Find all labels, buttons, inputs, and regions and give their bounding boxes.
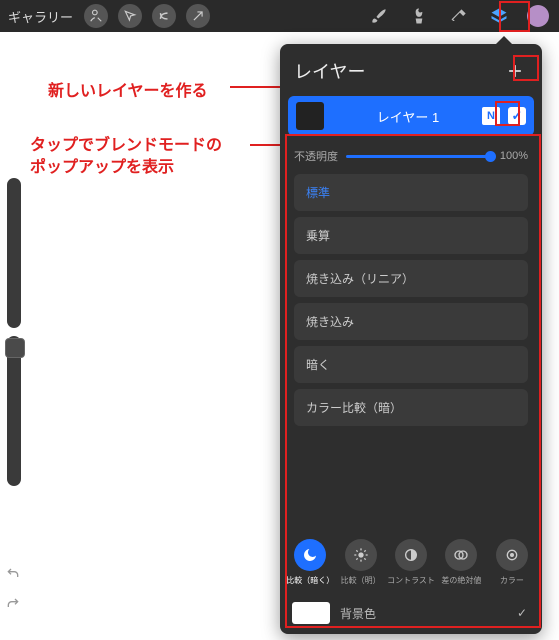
brush-opacity-slider[interactable]: [7, 336, 21, 486]
contrast-icon: [395, 539, 427, 571]
category-difference[interactable]: 差の絶対値: [437, 539, 485, 586]
background-layer-row[interactable]: 背景色: [280, 596, 542, 634]
blend-mode-item[interactable]: カラー比較（暗）: [294, 389, 528, 426]
category-label: 比較（明）: [341, 575, 381, 586]
blend-mode-panel: 不透明度 100% 標準 乗算 焼き込み（リニア） 焼き込み 暗く カラー比較（…: [280, 142, 542, 432]
category-darken[interactable]: 比較（暗く）: [286, 539, 334, 586]
layer-name[interactable]: レイヤー 1: [334, 107, 482, 126]
blend-mode-item[interactable]: 暗く: [294, 346, 528, 383]
gallery-button[interactable]: ギャラリー: [0, 7, 79, 26]
opacity-label: 不透明度: [294, 148, 338, 164]
moon-icon: [294, 539, 326, 571]
left-rail: [3, 170, 25, 570]
background-thumbnail: [292, 602, 330, 624]
category-label: 差の絶対値: [441, 575, 481, 586]
brush-size-slider[interactable]: [7, 178, 21, 328]
category-lighten[interactable]: 比較（明）: [336, 539, 384, 586]
layers-panel: レイヤー レイヤー 1 N 不透明度 100% 標準 乗算 焼き込み（リニア） …: [280, 44, 542, 634]
opacity-value: 100%: [500, 150, 528, 162]
difference-icon: [445, 539, 477, 571]
undo-button[interactable]: [3, 561, 23, 585]
annotation-blend-popup-l1: タップでブレンドモードの: [30, 137, 222, 154]
color-icon: [496, 539, 528, 571]
category-label: カラー: [500, 575, 524, 586]
annotation-highlight-layers: [499, 1, 530, 32]
layer-thumbnail: [296, 102, 324, 130]
blend-mode-list: 標準 乗算 焼き込み（リニア） 焼き込み 暗く カラー比較（暗）: [294, 174, 528, 426]
blend-mode-item[interactable]: 乗算: [294, 217, 528, 254]
annotation-blend-popup-l2: ポップアップを表示: [30, 159, 174, 176]
category-contrast[interactable]: コントラスト: [387, 539, 435, 586]
annotation-blend-popup: タップでブレンドモードの ポップアップを表示: [30, 135, 222, 180]
annotation-new-layer: 新しいレイヤーを作る: [48, 77, 208, 101]
category-label: 比較（暗く）: [286, 575, 334, 586]
adjustments-button[interactable]: [84, 4, 108, 28]
blend-mode-item[interactable]: 標準: [294, 174, 528, 211]
selection-button[interactable]: [118, 4, 142, 28]
annotation-highlight-plus: [513, 55, 539, 81]
undo-redo-group: [3, 555, 25, 621]
blend-category-row: 比較（暗く） 比較（明） コントラスト 差の絶対値 カラー: [280, 531, 542, 596]
category-label: コントラスト: [387, 575, 435, 586]
background-label: 背景色: [340, 605, 376, 622]
layers-panel-title: レイヤー: [294, 58, 502, 84]
brush-tool-icon[interactable]: [366, 3, 392, 29]
smudge-tool-icon[interactable]: [406, 3, 432, 29]
redo-button[interactable]: [3, 591, 23, 615]
category-color[interactable]: カラー: [488, 539, 536, 586]
sun-icon: [345, 539, 377, 571]
opacity-row: 不透明度 100%: [294, 148, 528, 164]
share-button[interactable]: [186, 4, 210, 28]
color-swatch[interactable]: [527, 5, 549, 27]
background-visibility-checkbox[interactable]: [514, 605, 530, 621]
opacity-slider[interactable]: [346, 155, 492, 158]
blend-mode-item[interactable]: 焼き込み: [294, 303, 528, 340]
blend-mode-item[interactable]: 焼き込み（リニア）: [294, 260, 528, 297]
annotation-highlight-mode-chip: [495, 101, 520, 126]
transform-s-button[interactable]: [152, 4, 176, 28]
layers-panel-header: レイヤー: [280, 44, 542, 96]
topbar: ギャラリー: [0, 0, 559, 32]
eraser-tool-icon[interactable]: [446, 3, 472, 29]
